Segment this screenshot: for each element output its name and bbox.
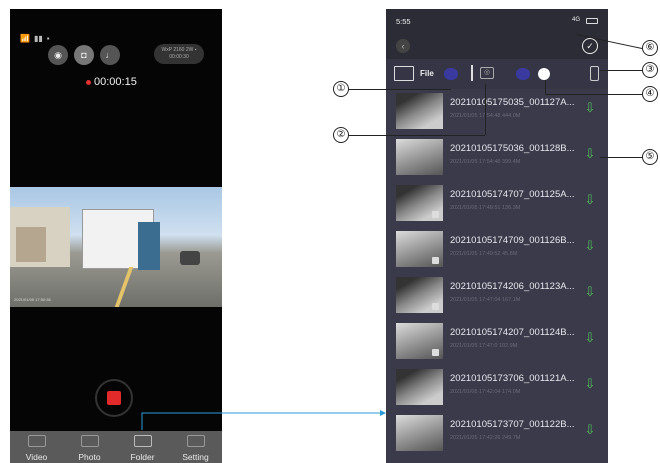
callout-line	[545, 80, 546, 94]
list-item[interactable]: 20210105174207_001124B... 2021/01/05 17:…	[386, 319, 608, 365]
video-filter-toggle[interactable]	[444, 68, 458, 80]
download-icon[interactable]: ⇩	[583, 331, 597, 345]
list-item[interactable]: 20210105175035_001127A... 2021/01/05 17:…	[386, 89, 608, 135]
download-icon[interactable]: ⇩	[583, 147, 597, 161]
battery-icon	[586, 18, 598, 24]
back-icon[interactable]: ‹	[396, 39, 410, 53]
file-name: 20210105174709_001126B...	[450, 235, 575, 246]
folder-icon	[394, 66, 414, 81]
callout-line	[349, 89, 451, 90]
list-item[interactable]: 20210105173707_001122B... 2021/01/05 17:…	[386, 411, 608, 457]
callout-line	[600, 157, 642, 158]
video-thumbnail	[396, 93, 443, 129]
lock-icon	[432, 349, 439, 356]
emergency-filter-toggle[interactable]	[516, 68, 530, 80]
callout-line	[485, 84, 486, 135]
download-icon[interactable]: ⇩	[583, 377, 597, 391]
download-icon[interactable]: ⇩	[583, 101, 597, 115]
select-all-icon[interactable]: ✓	[582, 38, 598, 54]
callout-line	[600, 70, 642, 71]
file-name: 20210105174707_001125A...	[450, 189, 575, 200]
download-icon[interactable]: ⇩	[583, 193, 597, 207]
file-name: 20210105175035_001127A...	[450, 97, 575, 108]
callout-5: ⑤	[642, 149, 658, 165]
callout-4: ④	[642, 86, 658, 102]
file-name: 20210105174206_001123A...	[450, 281, 575, 292]
status-time: 5:55	[396, 17, 411, 26]
divider	[471, 65, 473, 81]
file-meta: 2021/01/05 17:47:0 102.9M	[450, 343, 518, 349]
file-toolbar: File ◎	[386, 59, 608, 89]
file-meta: 2021/01/05 17:49:51 136.3M	[450, 205, 521, 211]
callout-line	[349, 135, 485, 136]
file-meta: 2021/01/05 17:54:48 399.4M	[450, 159, 521, 165]
file-list: 20210105175035_001127A... 2021/01/05 17:…	[386, 89, 608, 457]
file-name: 20210105175036_001128B...	[450, 143, 575, 154]
status-bar: 5:55 4G	[386, 9, 608, 31]
file-meta: 2021/01/05 17:49:52 45.8M	[450, 251, 518, 257]
file-name: 20210105174207_001124B...	[450, 327, 575, 338]
lock-icon	[432, 257, 439, 264]
lock-icon	[432, 211, 439, 218]
phone-storage-icon[interactable]	[590, 66, 599, 81]
file-meta: 2021/01/05 17:42:04 174.0M	[450, 389, 521, 395]
lock-icon	[432, 303, 439, 310]
video-thumbnail	[396, 369, 443, 405]
download-icon[interactable]: ⇩	[583, 423, 597, 437]
list-item[interactable]: 20210105174206_001123A... 2021/01/05 17:…	[386, 273, 608, 319]
list-item[interactable]: 20210105174707_001125A... 2021/01/05 17:…	[386, 181, 608, 227]
callout-6: ⑥	[642, 40, 658, 56]
file-meta: 2021/01/05 17:47:04 167.1M	[450, 297, 521, 303]
camera-icon[interactable]: ◎	[480, 67, 494, 79]
file-label: File	[420, 69, 434, 78]
select-radio-icon[interactable]	[538, 68, 550, 80]
download-icon[interactable]: ⇩	[583, 285, 597, 299]
file-browser-screen: 5:55 4G ‹ ✓ File ◎ 20210105175035_001127…	[386, 9, 608, 463]
list-item[interactable]: 20210105174709_001126B... 2021/01/05 17:…	[386, 227, 608, 273]
network-label: 4G	[571, 17, 580, 23]
callout-line	[545, 94, 642, 95]
file-name: 20210105173707_001122B...	[450, 419, 575, 430]
download-icon[interactable]: ⇩	[583, 239, 597, 253]
header: ‹ ✓	[386, 31, 608, 59]
video-thumbnail	[396, 139, 443, 175]
file-meta: 2021/01/05 17:42:26 249.7M	[450, 435, 521, 441]
list-item[interactable]: 20210105173706_001121A... 2021/01/05 17:…	[386, 365, 608, 411]
callout-1: ①	[333, 81, 349, 97]
callout-3: ③	[642, 62, 658, 78]
file-name: 20210105173706_001121A...	[450, 373, 575, 384]
video-thumbnail	[396, 415, 443, 451]
list-item[interactable]: 20210105175036_001128B... 2021/01/05 17:…	[386, 135, 608, 181]
callout-2: ②	[333, 127, 349, 143]
